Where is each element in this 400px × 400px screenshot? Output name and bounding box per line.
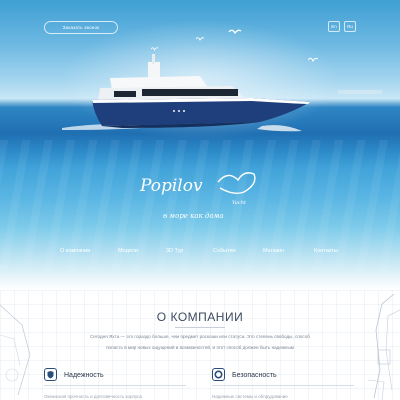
logo-subtitle: Yacht (232, 200, 246, 206)
feature-title: Надежность (64, 372, 104, 379)
seagull-icon (228, 29, 242, 35)
feature-text: Надежные системы и оборудование (212, 394, 288, 399)
feature-divider (44, 385, 186, 386)
horizon-ship (338, 86, 382, 94)
hero-banner (0, 0, 400, 290)
section-title: О КОМПАНИИ (156, 310, 244, 324)
language-en-button[interactable]: En (328, 21, 340, 32)
nav-item-contacts[interactable]: Контакты (314, 248, 338, 254)
nav-item-shop[interactable]: Магазин (263, 248, 284, 254)
callback-button[interactable]: Заказать звонок (44, 21, 118, 34)
lifebuoy-icon (212, 368, 225, 381)
title-divider (175, 327, 225, 328)
seagull-icon (196, 37, 204, 41)
feature-text: Океанская прочность и долговечность корп… (44, 394, 142, 399)
nav-item-about[interactable]: О компании (60, 248, 90, 254)
yacht-illustration (62, 54, 310, 132)
feature-title: Безопасность (232, 372, 277, 379)
blueprint-drawing-right (367, 293, 400, 400)
shield-icon (44, 368, 57, 381)
heart-swoosh-icon (217, 172, 256, 195)
logo-text: Popilov (140, 176, 203, 196)
feature-divider (212, 385, 354, 386)
nav-item-models[interactable]: Модели (118, 248, 138, 254)
language-ru-button[interactable]: Ru (344, 21, 356, 32)
intro-text-line: попасть в мир новых ощущений и возможнос… (106, 345, 294, 350)
nav-item-events[interactable]: События (213, 248, 236, 254)
main-navigation: О компании Модели 3D Тур События Магазин… (0, 248, 400, 260)
intro-text-line: Сегодня Яхта — это гораздо больше, чем п… (90, 334, 310, 339)
nav-item-3d-tour[interactable]: 3D Тур (166, 248, 183, 254)
slogan: в море как дома (163, 212, 224, 220)
